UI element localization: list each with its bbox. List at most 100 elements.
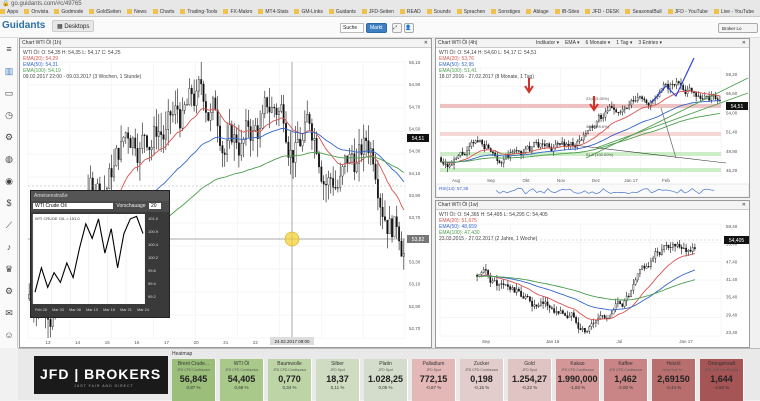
url-bar[interactable]: 🔒 go.guidants.com/#c/49765	[2, 0, 82, 8]
toolbar-dropdown[interactable]: Indikator ▾	[536, 40, 559, 46]
close-icon[interactable]: ✕	[424, 39, 428, 48]
heatmap-tile[interactable]: Palladium JFD Spot 772,15 -0,87 %	[412, 359, 456, 401]
candle-body	[595, 320, 597, 324]
candle-body	[483, 144, 486, 150]
markt-button[interactable]: Markt	[366, 23, 387, 33]
candle-body	[676, 243, 679, 247]
dollar-icon[interactable]: $	[0, 192, 18, 214]
tile-change: -0,15 %	[473, 385, 490, 390]
gear-icon[interactable]: ⚙	[0, 126, 18, 148]
candle-body	[533, 304, 536, 307]
candle-body	[515, 150, 518, 152]
bookmark-item[interactable]: Live - YouTube	[713, 8, 754, 17]
chart-line-icon[interactable]: ⟋	[0, 214, 18, 236]
price-tag-label: 54,51	[412, 136, 425, 142]
candle-body	[678, 81, 680, 84]
bookmark-item[interactable]: Sounds	[426, 8, 451, 17]
users-icon[interactable]: ☺	[0, 324, 18, 346]
bookmark-item[interactable]: Sprachen	[456, 8, 485, 17]
bookmark-item[interactable]: IB-Sites	[554, 8, 579, 17]
bookmark-item[interactable]: News	[127, 8, 147, 17]
heatmap-tile[interactable]: Baumwolle JFD CFD Continuous 0,770 0,34 %	[268, 359, 312, 401]
bookmark-item[interactable]: GoldSeiten	[89, 8, 121, 17]
menu-icon[interactable]: ≡	[0, 38, 18, 60]
candle-body	[374, 163, 377, 180]
zone-band	[440, 104, 721, 108]
expand-button[interactable]: ⤢	[392, 23, 402, 33]
bookmark-item[interactable]: JFD - DESK	[585, 8, 619, 17]
bookmark-item[interactable]: GM-Links	[294, 8, 323, 17]
bookmark-item[interactable]: Charts	[152, 8, 174, 17]
candle-body	[186, 104, 188, 106]
bell-icon[interactable]: ♪	[0, 236, 18, 258]
bookmark-item[interactable]: Apps	[0, 8, 18, 17]
tab-desktops[interactable]: ▦ Desktops	[52, 20, 95, 32]
y-tick-label: 54,10	[409, 171, 421, 176]
candle-body	[604, 111, 607, 118]
heatmap-tile[interactable]: Heizöl Heiz/ Hub N... 2,69150 -3,44 %	[652, 359, 696, 401]
bookmark-item[interactable]: FX-Makro	[223, 8, 252, 17]
bookmark-item[interactable]: SeasonalBull	[625, 8, 662, 17]
candle-body	[636, 97, 639, 101]
heatmap-tile[interactable]: Kakao JFD CFD Continuous 1.990,000 -1,83 %	[556, 359, 600, 401]
period-field[interactable]: 20	[148, 203, 161, 209]
bookmark-item[interactable]: Ablage	[526, 8, 549, 17]
bookmark-item[interactable]: READ	[399, 8, 421, 17]
mini-chart-window[interactable]: Ameisenstraße WTI Crude Oil Vorschauage …	[30, 190, 170, 318]
candle-body	[150, 147, 153, 151]
candle-body	[164, 129, 167, 140]
bookmark-item[interactable]: JFD-Seiten	[361, 8, 394, 17]
settings-icon[interactable]: ⚙	[0, 280, 18, 302]
eye-icon[interactable]: ◉	[0, 170, 18, 192]
trophy-icon[interactable]: ♛	[0, 258, 18, 280]
toolbar-dropdown[interactable]: 6 Monate ▾	[586, 40, 611, 46]
broker-login-button[interactable]: Broker Lo	[718, 23, 758, 33]
candle-body	[697, 95, 700, 97]
bookmark-item[interactable]: Trading-Tools	[180, 8, 217, 17]
candle-body	[480, 272, 483, 275]
heatmap-tile[interactable]: Brent Crude... JFD CFD Continuous 56,845 0,…	[172, 359, 216, 401]
close-icon[interactable]: ✕	[742, 201, 746, 210]
globe-icon[interactable]: ◍	[0, 148, 18, 170]
tile-change: -3,44 %	[665, 385, 682, 390]
bookmark-item[interactable]: JFD - YouTube	[667, 8, 708, 17]
clock-icon[interactable]: ◷	[0, 104, 18, 126]
toolbar-dropdown[interactable]: 3 Entries ▾	[638, 40, 662, 46]
heatmap-tile[interactable]: Gold JFD Spot 1.254,27 -0,22 %	[508, 359, 552, 401]
toolbar-dropdown[interactable]: 1 Tag ▾	[616, 40, 632, 46]
bookmark-item[interactable]: MT4-Stats	[258, 8, 288, 17]
candle-body	[623, 107, 626, 110]
candle-body	[647, 102, 650, 106]
candle-body	[504, 284, 507, 286]
heatmap-tile[interactable]: WTI Öl JFD CFD Continuous 54,405 0,68 %	[220, 359, 264, 401]
bookmark-item[interactable]: Onvista	[24, 8, 48, 17]
candle-body	[183, 104, 186, 111]
bookmark-item[interactable]: Sonstiges	[491, 8, 520, 17]
close-icon[interactable]: ✕	[742, 39, 746, 48]
heatmap-tile[interactable]: Zucker JFD CFD Continuous 0,198 -0,15 %	[460, 359, 504, 401]
bookmark-item[interactable]: Guidants	[328, 8, 356, 17]
tile-value: 1.990,000	[557, 374, 598, 384]
candle-body	[606, 110, 609, 113]
monitor-icon[interactable]: ▭	[0, 82, 18, 104]
chart-icon[interactable]: ▥	[0, 60, 18, 82]
folder-icon	[24, 9, 30, 15]
heatmap-tile[interactable]: Orangensaft JFD CFD Continuous 1,644 -4,50 …	[700, 359, 744, 401]
instrument-select[interactable]: WTI Crude Oil	[33, 203, 113, 209]
guidants-logo[interactable]: Guidants	[2, 20, 45, 31]
heatmap-tile[interactable]: Platin JFD Spot 1.028,25 0,05 %	[364, 359, 408, 401]
candle-body	[172, 114, 174, 116]
candle-body	[391, 218, 393, 238]
heatmap-tile[interactable]: Silber JFD Spot 18,37 0,11 %	[316, 359, 360, 401]
search-input[interactable]: Suche	[340, 23, 364, 33]
heatmap-tile[interactable]: Kaffee JFD CFD Continuous 1,462 -2,00 %	[604, 359, 648, 401]
mail-icon[interactable]: ✉	[0, 302, 18, 324]
user-button[interactable]: 👤	[404, 23, 414, 33]
candle-body	[461, 151, 464, 155]
candle-body	[209, 112, 212, 121]
x-tick-label: Dez	[592, 178, 601, 183]
candle-body	[502, 283, 505, 285]
toolbar-dropdown[interactable]: EMA ▾	[565, 40, 579, 46]
candle-body	[117, 147, 120, 160]
bookmark-item[interactable]: Godmode	[54, 8, 83, 17]
